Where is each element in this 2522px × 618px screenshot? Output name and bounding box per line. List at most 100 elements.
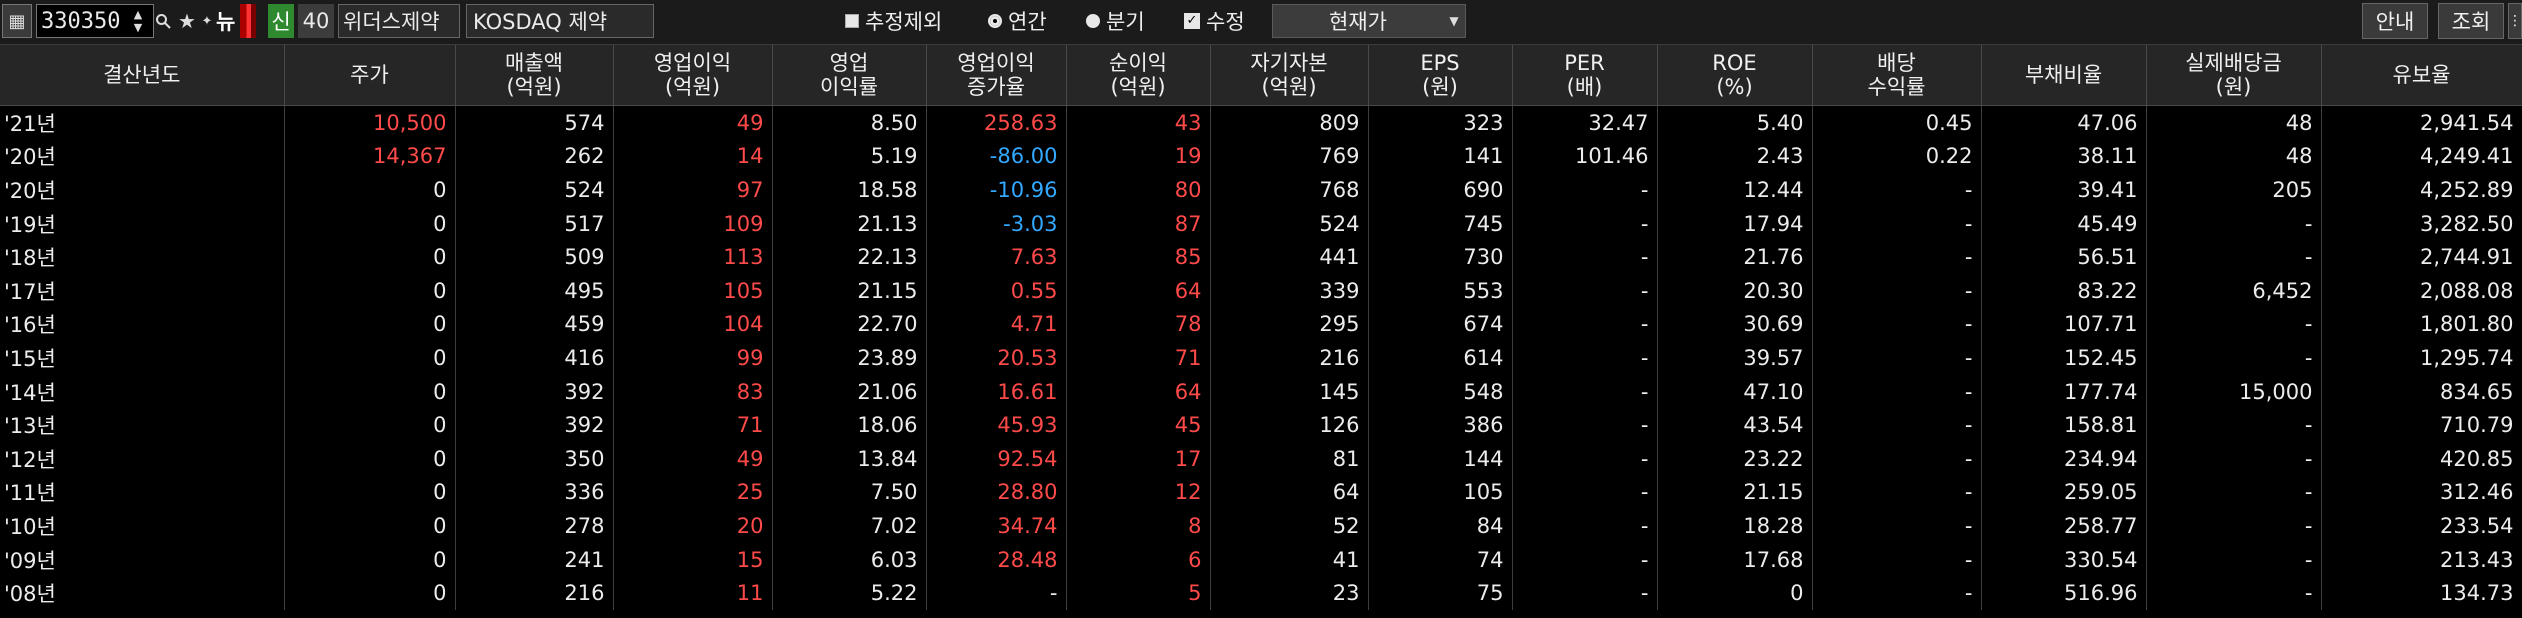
guide-button[interactable]: 안내 [2362, 3, 2428, 39]
table-cell: 6,452 [2146, 273, 2322, 308]
column-header-line: (억원) [506, 75, 562, 99]
table-cell: - [1512, 273, 1658, 308]
table-cell: 17.68 [1657, 542, 1813, 577]
table-cell: 259.05 [1981, 475, 2147, 510]
table-cell: 22.70 [772, 307, 927, 342]
table-cell: 339 [1210, 273, 1369, 308]
exclude-estimate-checkbox[interactable]: 추정제외 [845, 4, 942, 38]
search-button[interactable]: 조회 [2438, 3, 2504, 39]
table-cell: 2,088.08 [2321, 273, 2522, 308]
table-row[interactable]: '17년 0 495 105 21.15 0.55 64 339 553-20.30-83.22… [0, 273, 2522, 308]
table-cell: 495 [455, 273, 614, 308]
column-header[interactable]: 부채비율 [1981, 45, 2147, 106]
column-header[interactable]: EPS (원) [1368, 45, 1513, 106]
table-cell: - [1812, 475, 1982, 510]
table-row[interactable]: '10년 0 278 20 7.02 34.74 8 52 84-18.28-258.77-23… [0, 509, 2522, 543]
column-header[interactable]: 주가 [284, 45, 456, 106]
table-cell: 674 [1368, 307, 1513, 342]
table-cell: 105 [613, 273, 773, 308]
table-cell: - [1812, 576, 1982, 610]
table-row[interactable]: '19년 0 517 109 21.13 -3.03 87 524 745-17.94-45.4… [0, 206, 2522, 241]
credit-rate: 40 [298, 4, 334, 38]
table-cell: 23.89 [772, 341, 927, 375]
table-cell: '18년 [0, 240, 285, 274]
table-cell: 258.63 [926, 105, 1067, 140]
search-icon[interactable] [152, 4, 174, 38]
table-row[interactable]: '16년 0 459 104 22.70 4.71 78 295 674-30.69-107.7… [0, 307, 2522, 342]
table-row[interactable]: '15년 0 416 99 23.89 20.53 71 216 614-39.57-152.4… [0, 341, 2522, 375]
table-row[interactable]: '21년 10,500 574 49 8.50 258.63 43 809 323 32.47 5.… [0, 105, 2522, 140]
table-row[interactable]: '13년 0 392 71 18.06 45.93 45 126 386-43.54-158.8… [0, 408, 2522, 442]
table-cell: 18.28 [1657, 509, 1813, 543]
column-header[interactable]: 실제배당금 (원) [2146, 45, 2322, 106]
table-cell: 43.54 [1657, 408, 1813, 442]
adjusted-checkbox[interactable]: ✓ 수정 [1184, 4, 1245, 38]
table-cell: 85 [1066, 240, 1211, 274]
table-cell: 690 [1368, 173, 1513, 207]
table-cell: - [1512, 206, 1658, 241]
radio-selected[interactable] [988, 14, 1002, 28]
column-header[interactable]: 순이익 (억원) [1066, 45, 1211, 106]
table-cell: 43 [1066, 105, 1211, 140]
table-cell: 21.13 [772, 206, 927, 241]
star-icon[interactable]: ★ [176, 4, 198, 38]
quarter-radio[interactable]: 분기 [1086, 4, 1145, 38]
chevron-down-icon[interactable]: ▼ [1443, 14, 1465, 28]
table-cell: 10,500 [284, 105, 456, 140]
annual-radio[interactable]: 연간 [988, 4, 1047, 38]
spin-up-down-icon[interactable]: ▲ ▼ [128, 4, 148, 38]
table-cell: '16년 [0, 307, 285, 342]
table-cell: - [1512, 441, 1658, 476]
table-cell: 64 [1066, 273, 1211, 308]
column-header[interactable]: PER (배) [1512, 45, 1658, 106]
table-row[interactable]: '08년 0 216 11 5.22-5 23 75-0-516.96-134.73 [0, 576, 2522, 610]
column-header-line: 영업이익 [653, 51, 732, 75]
column-header[interactable]: 매출액 (억원) [455, 45, 614, 106]
table-row[interactable]: '11년 0 336 25 7.50 28.80 12 64 105-21.15-259.05-… [0, 475, 2522, 510]
radio-unselected[interactable] [1086, 14, 1100, 28]
table-cell: 21.76 [1657, 240, 1813, 274]
table-cell: 262 [455, 139, 614, 174]
table-cell: 517 [455, 206, 614, 241]
table-row[interactable]: '09년 0 241 15 6.03 28.48 6 41 74-17.68-330.54-21… [0, 542, 2522, 577]
table-cell: 11 [613, 576, 773, 610]
table-row[interactable]: '20년 0 524 97 18.58 -10.96 80 768 690-12.44-39.4… [0, 173, 2522, 207]
column-header[interactable]: 배당 수익률 [1812, 45, 1982, 106]
column-header[interactable]: 자기자본 (억원) [1210, 45, 1369, 106]
column-header-line: (%) [1716, 75, 1753, 99]
table-cell: 574 [455, 105, 614, 140]
plus-icon[interactable]: ✦ [196, 4, 218, 38]
table-cell: - [2146, 542, 2322, 577]
column-header-line: ROE [1712, 51, 1757, 75]
table-icon[interactable]: ▦ [2, 4, 32, 38]
table-row[interactable]: '20년 14,367 262 14 5.19 -86.00 19 769 141 101.46 2… [0, 139, 2522, 174]
column-header-line: 영업이익 [957, 51, 1035, 75]
column-header[interactable]: ROE (%) [1657, 45, 1813, 106]
table-cell: 5.22 [772, 576, 927, 610]
table-cell: 0.22 [1812, 139, 1982, 174]
table-row[interactable]: '18년 0 509 113 22.13 7.63 85 441 730-21.76-56.51… [0, 240, 2522, 274]
news-button[interactable]: 뉴 [216, 4, 238, 38]
table-cell: 0 [284, 542, 456, 577]
table-cell: 48 [2146, 139, 2322, 174]
column-header[interactable]: 영업이익 (억원) [613, 45, 773, 106]
price-type-select[interactable]: 현재가 ▼ [1272, 4, 1466, 38]
column-header[interactable]: 영업 이익률 [772, 45, 927, 106]
column-header[interactable]: 영업이익 증가율 [926, 45, 1067, 106]
table-cell: -10.96 [926, 173, 1067, 207]
table-cell: 105 [1368, 475, 1513, 510]
column-header-line: 결산년도 [103, 63, 181, 87]
column-header-line: (원) [2215, 75, 2252, 99]
column-header[interactable]: 결산년도 [0, 45, 285, 106]
table-row[interactable]: '12년 0 350 49 13.84 92.54 17 81 144-23.22-234.94… [0, 441, 2522, 476]
table-cell: '10년 [0, 509, 285, 543]
scroll-icon[interactable]: ⋮ [2508, 3, 2522, 39]
checkbox-box[interactable] [845, 14, 859, 28]
table-row[interactable]: '14년 0 392 83 21.06 16.61 64 145 548-47.10-177.7… [0, 374, 2522, 409]
table-cell: 0 [284, 374, 456, 409]
table-cell: - [1812, 273, 1982, 308]
column-header[interactable]: 유보율 [2321, 45, 2522, 106]
table-cell: 23.22 [1657, 441, 1813, 476]
checkbox-checked[interactable]: ✓ [1184, 13, 1200, 29]
column-header-line: 실제배당금 [2185, 51, 2282, 75]
